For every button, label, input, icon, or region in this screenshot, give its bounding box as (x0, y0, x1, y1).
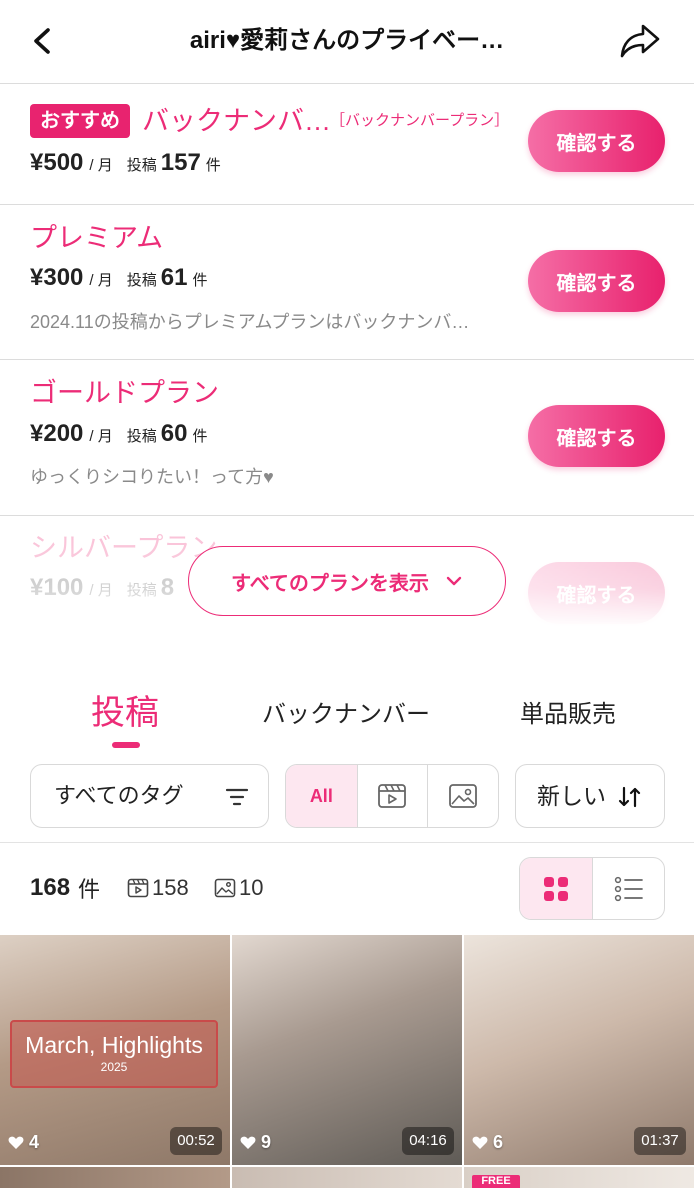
top-bar: airi♥愛莉さんのプライベー… (0, 0, 694, 84)
show-all-plans-button[interactable]: すべてのプランを表示 (188, 546, 506, 616)
plan-posts-count: 60 (160, 420, 188, 447)
video-icon (378, 784, 407, 808)
video-duration: 00:52 (170, 1127, 222, 1155)
confirm-plan-button[interactable]: 確認する (528, 110, 665, 172)
section-divider (0, 842, 694, 843)
view-mode-toggle (519, 857, 665, 920)
grid-icon (544, 876, 568, 901)
post-thumbnail[interactable]: 9 04:16 (232, 935, 462, 1165)
recommended-badge: おすすめ (30, 104, 130, 138)
plan-posts-label: 投稿 (126, 272, 157, 289)
plan-price-line: ¥300 / 月 投稿 61 件 (30, 264, 207, 296)
post-count-number: 168 (30, 874, 71, 901)
grid-view-button[interactable] (520, 858, 592, 919)
active-tab-indicator (112, 742, 140, 748)
like-count-number: 4 (29, 1132, 40, 1152)
plan-name[interactable]: バックナンバ… (142, 103, 331, 139)
plan-card: おすすめ バックナンバ… ［バックナンバープラン］ ¥500 / 月 投稿 15… (0, 84, 694, 205)
back-arrow-icon[interactable] (26, 24, 60, 58)
tag-filter-dropdown[interactable]: すべてのタグ (30, 764, 269, 828)
like-count: 9 (240, 1132, 271, 1153)
image-filter-option[interactable] (427, 765, 498, 827)
post-thumbnail[interactable] (0, 1167, 230, 1188)
image-count: 10 (214, 873, 263, 903)
plan-posts-count: 157 (160, 149, 201, 176)
plan-period: / 月 (89, 272, 113, 289)
plan-price-line: ¥100 / 月 投稿 8 (30, 574, 174, 606)
tab-posts[interactable]: 投稿 (65, 690, 185, 736)
plan-name: シルバープラン (30, 533, 218, 563)
plan-price: ¥100 (30, 574, 84, 601)
like-count-number: 9 (261, 1132, 272, 1152)
heart-icon (472, 1136, 488, 1149)
post-thumbnail[interactable] (232, 1167, 462, 1188)
image-count-number: 10 (239, 875, 264, 900)
sort-icon (617, 785, 643, 814)
plan-period: / 月 (89, 428, 113, 445)
filter-icon (225, 786, 249, 813)
sort-label: 新しい (537, 783, 606, 809)
plan-period: / 月 (89, 157, 113, 174)
video-duration: 01:37 (634, 1127, 686, 1155)
plan-name[interactable]: ゴールドプラン (30, 375, 219, 411)
chevron-down-icon (446, 576, 462, 586)
like-count: 6 (472, 1132, 503, 1153)
plan-price: ¥200 (30, 420, 84, 447)
heart-icon (8, 1136, 24, 1149)
image-icon (214, 878, 236, 898)
video-duration: 04:16 (402, 1127, 454, 1155)
tag-filter-label: すべてのタグ (54, 783, 184, 808)
plan-posts-unit: 件 (192, 428, 208, 445)
plan-posts-unit: 件 (205, 157, 221, 174)
heart-icon (240, 1136, 256, 1149)
confirm-plan-button[interactable]: 確認する (528, 405, 665, 467)
like-count-number: 6 (493, 1132, 504, 1152)
plan-posts-label: 投稿 (126, 428, 157, 445)
plan-description: 2024.11の投稿からプレミアムプランはバックナンバ… (30, 312, 470, 332)
post-count-unit: 件 (78, 877, 101, 902)
plan-price: ¥300 (30, 264, 84, 291)
list-icon (614, 876, 643, 901)
plan-posts-unit: 件 (192, 272, 208, 289)
confirm-plan-button[interactable]: 確認する (528, 250, 665, 312)
plan-tag: ［バックナンバープラン］ (330, 112, 510, 129)
video-count-number: 158 (152, 875, 189, 900)
confirm-plan-button: 確認する (528, 562, 665, 624)
free-badge: FREE (472, 1175, 520, 1188)
plan-posts-label: 投稿 (126, 157, 157, 174)
plan-card: プレミアム ¥300 / 月 投稿 61 件 2024.11の投稿からプレミアム… (0, 205, 694, 360)
thumbnail-title-banner: March, Highlights 2025 (10, 1020, 218, 1088)
like-count: 4 (8, 1132, 39, 1153)
post-count: 168 件 (30, 873, 100, 903)
plan-card: ゴールドプラン ¥200 / 月 投稿 60 件 ゆっくりシコりたい！って方♥ … (0, 360, 694, 516)
page-title: airi♥愛莉さんのプライベー… (189, 27, 505, 54)
plan-description: ゆっくりシコりたい！って方♥ (30, 467, 274, 487)
thumbnail-title: March, Highlights (25, 1032, 203, 1058)
plan-period: / 月 (89, 582, 113, 599)
show-all-plans-label: すべてのプランを表示 (231, 572, 429, 595)
video-icon (127, 878, 149, 898)
media-all-option[interactable]: All (286, 765, 357, 827)
thumbnail-year: 2025 (100, 1060, 128, 1074)
list-view-button[interactable] (592, 858, 664, 919)
plan-name[interactable]: プレミアム (30, 220, 163, 256)
tab-single-sales[interactable]: 単品販売 (488, 700, 648, 730)
video-filter-option[interactable] (356, 765, 428, 827)
sort-dropdown[interactable]: 新しい (515, 764, 665, 828)
post-thumbnail[interactable]: March, Highlights 2025 4 00:52 (0, 935, 230, 1165)
plan-price: ¥500 (30, 149, 84, 176)
post-thumbnail[interactable]: 6 01:37 (464, 935, 694, 1165)
share-icon[interactable] (618, 22, 662, 60)
tab-back-numbers[interactable]: バックナンバー (246, 700, 446, 730)
media-type-selector: All (285, 764, 499, 828)
post-thumbnail[interactable]: FREE (464, 1167, 694, 1188)
plan-price-line: ¥500 / 月 投稿 157 件 (30, 149, 221, 181)
video-count: 158 (127, 873, 189, 903)
image-icon (449, 784, 478, 808)
plan-price-line: ¥200 / 月 投稿 60 件 (30, 420, 207, 452)
plan-posts-count: 8 (160, 574, 175, 601)
plan-posts-count: 61 (160, 264, 188, 291)
plan-posts-label: 投稿 (126, 582, 157, 599)
